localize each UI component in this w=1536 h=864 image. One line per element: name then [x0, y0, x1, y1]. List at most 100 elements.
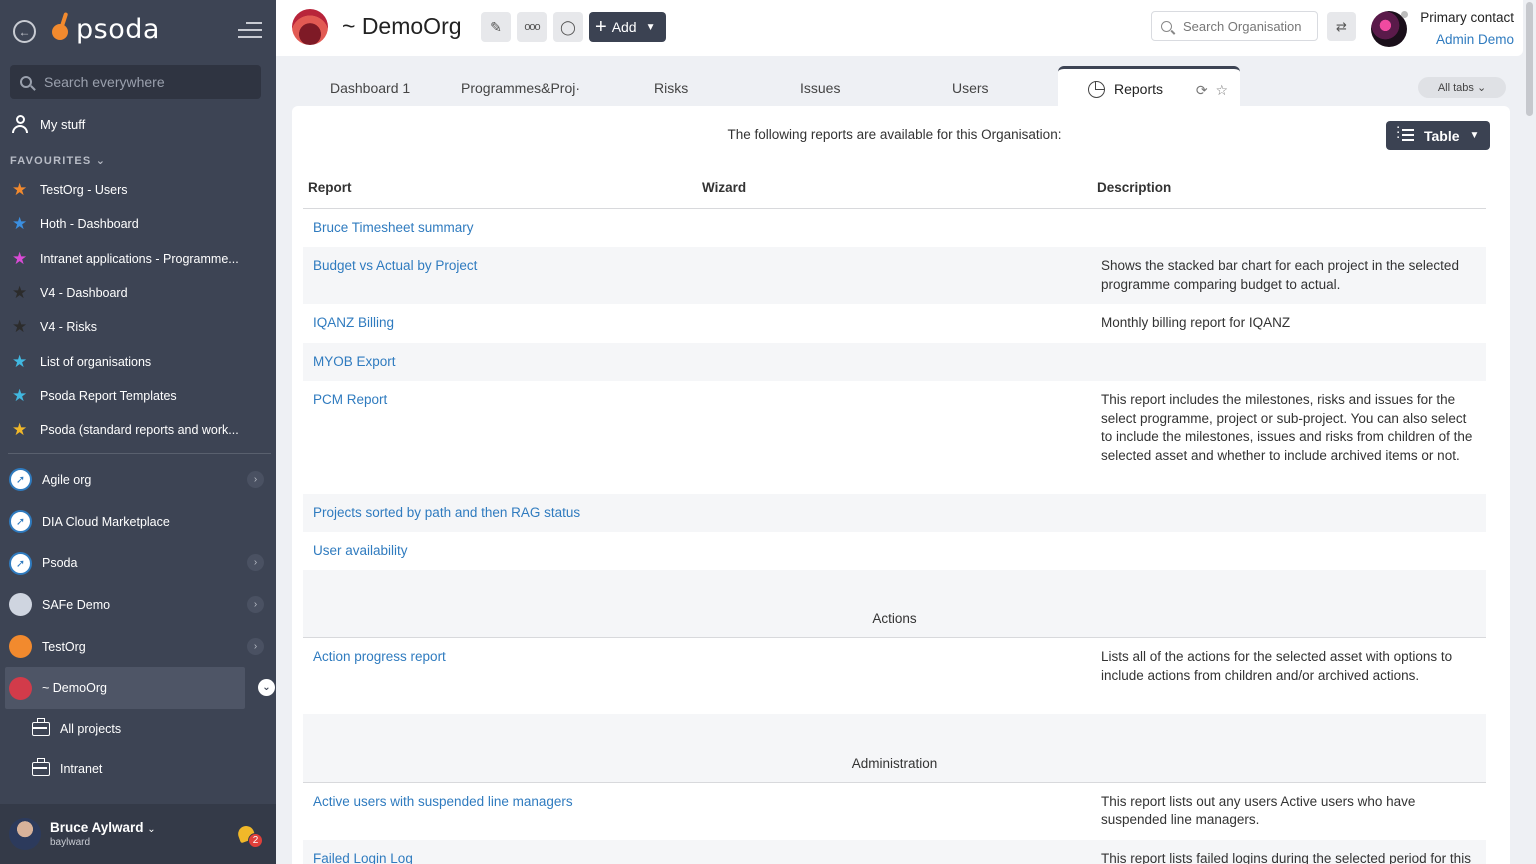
favourite-item[interactable]: ★ V4 - Risks: [0, 310, 276, 344]
org-label: ~ DemoOrg: [42, 681, 107, 696]
more-options-icon[interactable]: ooo: [517, 12, 547, 42]
psoda-logo-mark: [52, 12, 74, 46]
org-avatar: [292, 9, 328, 45]
report-link[interactable]: Budget vs Actual by Project: [313, 258, 477, 273]
star-icon: ★: [12, 351, 28, 371]
report-description: This report lists failed logins during t…: [1101, 850, 1471, 864]
search-everywhere-placeholder: Search everywhere: [44, 74, 165, 90]
report-link[interactable]: Action progress report: [313, 649, 446, 664]
add-button[interactable]: + Add ▼: [589, 12, 666, 42]
group-heading-row: Actions: [303, 570, 1486, 639]
chevron-right-icon[interactable]: ›: [247, 471, 264, 488]
org-item[interactable]: ~ DemoOrg ⌄: [5, 667, 275, 710]
favourite-label: Intranet applications - Programme...: [40, 251, 239, 266]
chevron-down-icon[interactable]: ⌄: [258, 679, 275, 697]
group-heading: Actions: [872, 611, 917, 627]
table-row: IQANZ Billing Monthly billing report for …: [303, 304, 1486, 343]
report-link[interactable]: Bruce Timesheet summary: [313, 220, 474, 235]
edit-pencil-icon[interactable]: ✎: [481, 12, 511, 42]
org-label: TestOrg: [42, 639, 86, 654]
report-link[interactable]: MYOB Export: [313, 354, 396, 369]
favourites-heading[interactable]: FAVOURITES ⌄: [10, 154, 106, 167]
list-icon: [1397, 126, 1414, 143]
search-everywhere-input[interactable]: Search everywhere: [10, 65, 261, 99]
star-icon: ★: [12, 317, 28, 337]
report-link[interactable]: Active users with suspended line manager…: [313, 794, 573, 809]
switch-view-icon[interactable]: ⇄: [1327, 12, 1356, 41]
my-stuff-link[interactable]: My stuff: [11, 115, 85, 133]
table-row: Failed Login Log This report lists failed…: [303, 839, 1486, 864]
sub-item-label: Intranet: [60, 762, 103, 777]
column-header-description[interactable]: Description: [1097, 180, 1171, 195]
report-link[interactable]: Failed Login Log: [313, 851, 413, 864]
page-scrollbar-thumb[interactable]: [1526, 2, 1533, 116]
notifications-bell-icon[interactable]: 2: [235, 823, 263, 848]
add-button-label: Add: [611, 19, 637, 35]
column-header-report[interactable]: Report: [308, 180, 352, 195]
sub-item[interactable]: Intranet: [0, 749, 276, 789]
tab-dashboard[interactable]: Dashboard 1: [330, 80, 410, 96]
favourite-star-icon[interactable]: ☆: [1215, 82, 1228, 98]
tab-reports[interactable]: Reports ⟳ ☆: [1058, 66, 1240, 108]
org-item[interactable]: TestOrg ›: [0, 626, 276, 668]
favourite-item[interactable]: ★ List of organisations: [0, 344, 276, 378]
tab-risks[interactable]: Risks: [654, 80, 688, 96]
tag-icon[interactable]: ◯: [553, 12, 583, 42]
table-row: Budget vs Actual by Project Shows the sta…: [303, 247, 1486, 305]
column-header-wizard[interactable]: Wizard: [702, 180, 746, 195]
favourite-item[interactable]: ★ TestOrg - Users: [0, 173, 276, 207]
favourite-label: Hoth - Dashboard: [40, 217, 139, 232]
table-row: User availability: [303, 532, 1486, 570]
table-row: Projects sorted by path and then RAG sta…: [303, 493, 1486, 532]
primary-contact-name[interactable]: Admin Demo: [1436, 32, 1514, 47]
report-link[interactable]: User availability: [313, 543, 408, 558]
chevron-right-icon[interactable]: ›: [247, 637, 264, 655]
favourite-item[interactable]: ★ Intranet applications - Programme...: [0, 242, 276, 276]
report-description: This report includes the milestones, ris…: [1101, 392, 1473, 463]
tab-issues[interactable]: Issues: [800, 80, 840, 96]
view-mode-button[interactable]: Table ▼: [1386, 121, 1490, 150]
favourite-item[interactable]: ★ Psoda Report Templates: [0, 379, 276, 413]
sidebar-divider: [8, 453, 271, 454]
page-title: ~ DemoOrg: [342, 13, 462, 39]
psoda-logo[interactable]: psoda: [52, 12, 160, 46]
tab-programmes-projects[interactable]: Programmes&Proj·: [461, 80, 579, 96]
org-item[interactable]: ➚ Psoda ›: [0, 542, 276, 584]
refresh-icon[interactable]: ⟳: [1196, 82, 1208, 98]
user-info: Bruce Aylward ⌄ baylward: [50, 820, 156, 848]
tab-bar: Dashboard 1 Programmes&Proj· Risks Issue…: [292, 66, 1510, 108]
view-mode-label: Table: [1424, 127, 1460, 144]
report-description: This report lists out any users Active u…: [1101, 793, 1416, 828]
favourite-item[interactable]: ★ Hoth - Dashboard: [0, 207, 276, 241]
user-panel[interactable]: Bruce Aylward ⌄ baylward 2: [0, 804, 276, 864]
sub-item[interactable]: All projects: [0, 709, 276, 749]
report-description: Monthly billing report for IQANZ: [1101, 315, 1291, 331]
collapse-sidebar-icon[interactable]: [238, 22, 262, 40]
chevron-right-icon[interactable]: ›: [247, 554, 264, 572]
all-tabs-dropdown[interactable]: All tabs ⌄: [1418, 77, 1506, 98]
tab-reports-label: Reports: [1114, 81, 1164, 97]
chevron-down-icon: ▼: [645, 21, 656, 33]
compass-icon: ➚: [9, 510, 32, 534]
report-link[interactable]: Projects sorted by path and then RAG sta…: [313, 505, 580, 520]
sidebar-top: ← psoda: [0, 0, 276, 64]
favourite-label: List of organisations: [40, 354, 152, 369]
reports-table-body: Bruce Timesheet summary Budget vs Actual …: [303, 209, 1486, 864]
report-link[interactable]: PCM Report: [313, 392, 387, 407]
report-description: Shows the stacked bar chart for each pro…: [1101, 258, 1459, 292]
report-link[interactable]: IQANZ Billing: [313, 315, 394, 330]
favourite-item[interactable]: ★ V4 - Dashboard: [0, 276, 276, 310]
back-arrow-icon[interactable]: ←: [13, 20, 36, 43]
favourite-item[interactable]: ★ Psoda (standard reports and work...: [0, 413, 276, 447]
org-item[interactable]: ➚ Agile org ›: [0, 459, 276, 501]
psoda-logo-text: psoda: [76, 13, 160, 45]
org-item[interactable]: ➚ DIA Cloud Marketplace: [0, 501, 276, 543]
tab-users[interactable]: Users: [952, 80, 989, 96]
chevron-right-icon[interactable]: ›: [247, 596, 264, 614]
page-scrollbar[interactable]: [1523, 0, 1536, 864]
plus-icon: +: [595, 16, 607, 38]
table-row: MYOB Export: [303, 342, 1486, 382]
search-organisation-input[interactable]: Search Organisation: [1151, 11, 1318, 41]
org-item[interactable]: SAFe Demo ›: [0, 584, 276, 626]
reports-card: The following reports are available for …: [292, 106, 1510, 864]
